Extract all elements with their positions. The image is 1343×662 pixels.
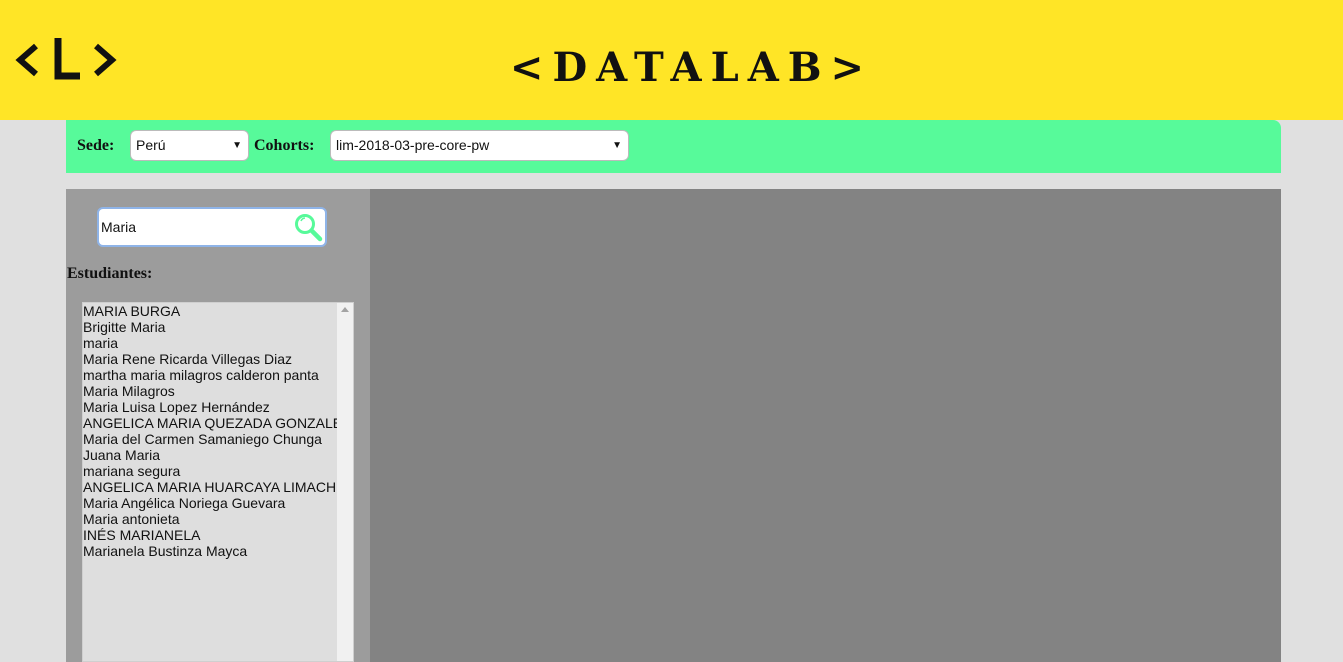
student-list-item[interactable]: martha maria milagros calderon panta <box>83 367 338 383</box>
sede-select-value: Perú <box>136 137 166 153</box>
student-list-item[interactable]: Brigitte Maria <box>83 319 338 335</box>
student-list-item[interactable]: MARIA BURGA <box>83 303 338 319</box>
scrollbar[interactable] <box>337 303 353 661</box>
student-list-item[interactable]: ANGELICA MARIA QUEZADA GONZALES <box>83 415 338 431</box>
main-content <box>370 189 1281 662</box>
cohorts-label: Cohorts: <box>254 137 315 154</box>
student-list-item[interactable]: Maria antonieta <box>83 511 338 527</box>
students-listbox[interactable]: MARIA BURGA Brigitte Maria maria Maria Rene… <box>82 302 354 662</box>
scroll-up-icon[interactable] <box>341 307 349 312</box>
student-list-item[interactable]: maria <box>83 335 338 351</box>
cohorts-select-value: lim-2018-03-pre-core-pw <box>336 137 490 153</box>
app-header: <DATALAB> <box>0 0 1343 120</box>
student-list-item[interactable]: ANGELICA MARIA HUARCAYA LIMACHI <box>83 479 338 495</box>
search-box <box>97 207 327 247</box>
brand-title: <DATALAB> <box>509 44 874 91</box>
chevron-down-icon: ▼ <box>232 140 242 151</box>
student-list-item[interactable]: mariana segura <box>83 463 338 479</box>
student-list-item[interactable]: Marianela Bustinza Mayca <box>83 543 338 559</box>
student-list-item[interactable]: Maria Rene Ricarda Villegas Diaz <box>83 351 338 367</box>
student-list-item[interactable]: Maria del Carmen Samaniego Chunga <box>83 431 338 447</box>
student-list-item[interactable]: INÉS MARIANELA <box>83 527 338 543</box>
students-list-title: Estudiantes: <box>67 265 153 282</box>
student-list-item[interactable]: Juana Maria <box>83 447 338 463</box>
sidebar: Estudiantes: MARIA BURGABrigitte Mariama… <box>66 189 370 662</box>
search-input[interactable] <box>99 209 279 245</box>
student-list-item[interactable]: Maria Luisa Lopez Hernández <box>83 399 338 415</box>
student-list-item[interactable]: Maria Angélica Noriega Guevara <box>83 495 338 511</box>
chevron-down-icon: ▼ <box>612 140 622 151</box>
sede-select[interactable]: Perú ▼ <box>130 130 249 161</box>
search-icon[interactable] <box>293 212 323 242</box>
student-list-item[interactable]: Maria Milagros <box>83 383 338 399</box>
sede-label: Sede: <box>77 137 115 154</box>
filter-bar: Sede: Perú ▼ Cohorts: lim-2018-03-pre-co… <box>66 120 1281 173</box>
students-list: MARIA BURGA Brigitte Maria maria Maria Rene… <box>83 303 338 559</box>
cohorts-select[interactable]: lim-2018-03-pre-core-pw ▼ <box>330 130 629 161</box>
